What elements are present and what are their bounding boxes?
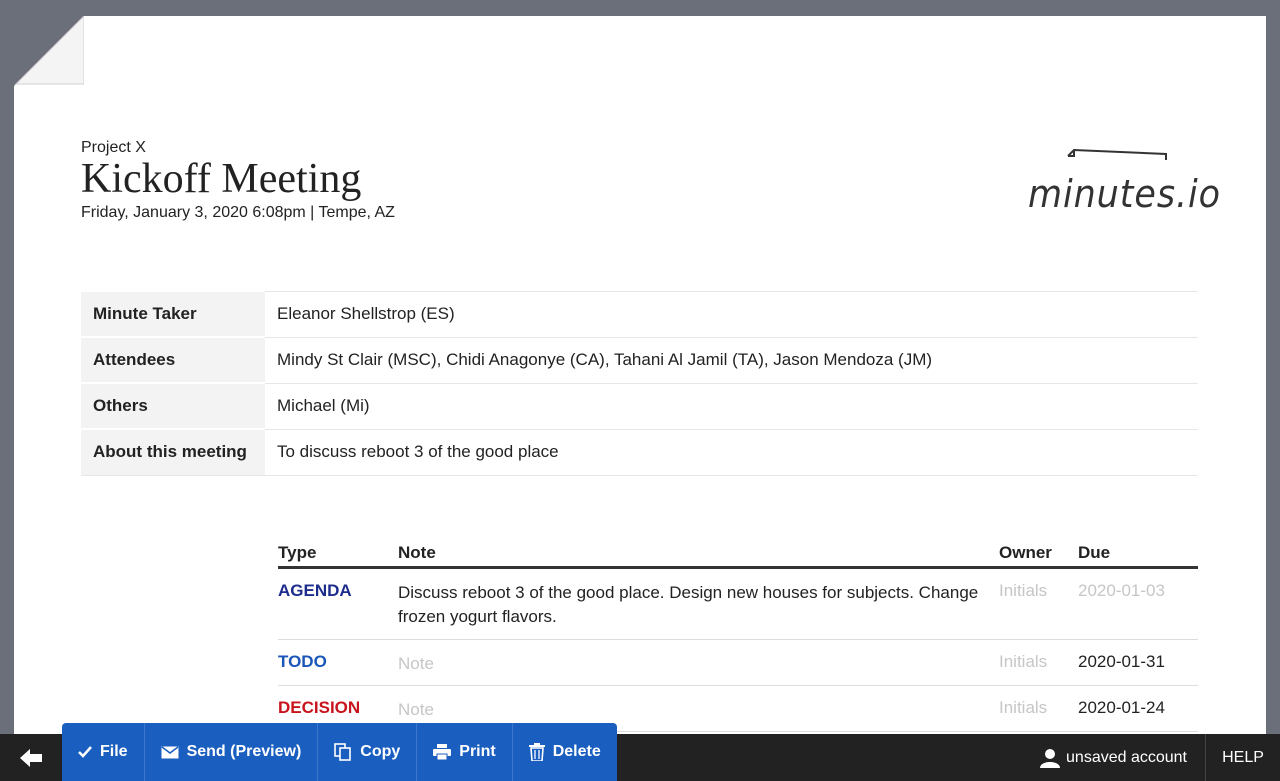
due-date-input[interactable]: 2020-01-24	[1078, 698, 1198, 731]
delete-button[interactable]: Delete	[513, 723, 617, 781]
action-toolbar: File Send (Preview) Copy Print Delete	[62, 723, 617, 781]
print-button-label: Print	[459, 743, 496, 760]
note-row: TODO Note Initials 2020-01-31	[278, 640, 1198, 686]
copy-button[interactable]: Copy	[318, 723, 418, 781]
meeting-details-table: Minute Taker Eleanor Shellstrop (ES) Att…	[81, 290, 1198, 476]
note-text[interactable]: Discuss reboot 3 of the good place. Desi…	[398, 581, 999, 639]
account-label: unsaved account	[1066, 748, 1187, 766]
owner-input[interactable]: Initials	[999, 652, 1078, 685]
send-button-label: Send (Preview)	[186, 743, 302, 760]
header-due: Due	[1078, 543, 1111, 562]
file-button[interactable]: File	[62, 723, 145, 781]
meta-label: Attendees	[81, 336, 265, 383]
meta-label: Minute Taker	[81, 290, 265, 337]
others-value[interactable]: Michael (Mi)	[265, 382, 1198, 429]
account-menu[interactable]: unsaved account	[1040, 734, 1206, 781]
attendees-value[interactable]: Mindy St Clair (MSC), Chidi Anagonye (CA…	[265, 336, 1198, 383]
meta-row-minute-taker: Minute Taker Eleanor Shellstrop (ES)	[81, 290, 1198, 337]
meta-row-others: Others Michael (Mi)	[81, 382, 1198, 429]
envelope-icon	[161, 745, 179, 758]
help-button[interactable]: HELP	[1206, 734, 1280, 781]
due-date-input[interactable]: 2020-01-03	[1078, 581, 1198, 639]
note-text[interactable]: Note	[398, 652, 999, 685]
owner-input[interactable]: Initials	[999, 698, 1078, 731]
meta-row-about: About this meeting To discuss reboot 3 o…	[81, 428, 1198, 476]
user-icon	[1040, 748, 1061, 768]
file-button-label: File	[100, 743, 128, 760]
back-arrow-icon	[20, 748, 42, 767]
meta-row-attendees: Attendees Mindy St Clair (MSC), Chidi An…	[81, 336, 1198, 383]
owner-input[interactable]: Initials	[999, 581, 1078, 639]
notes-table: Type Note Owner Due AGENDA Discuss reboo…	[278, 543, 1198, 732]
note-row: AGENDA Discuss reboot 3 of the good plac…	[278, 569, 1198, 640]
print-button[interactable]: Print	[417, 723, 513, 781]
copy-button-label: Copy	[360, 743, 401, 760]
page-fold-corner	[14, 16, 84, 86]
note-type-selector[interactable]: TODO	[278, 652, 398, 685]
meeting-title[interactable]: Kickoff Meeting	[81, 156, 395, 202]
check-icon	[78, 746, 92, 758]
minute-taker-value[interactable]: Eleanor Shellstrop (ES)	[265, 290, 1198, 337]
back-button[interactable]	[0, 734, 62, 781]
meta-label: About this meeting	[81, 428, 265, 476]
due-date-input[interactable]: 2020-01-31	[1078, 652, 1198, 685]
minutes-logo: minutes.io	[1028, 146, 1220, 216]
logo-text: minutes.io	[1028, 172, 1221, 216]
meta-label: Others	[81, 382, 265, 429]
delete-button-label: Delete	[552, 743, 601, 760]
meeting-header: Project X Kickoff Meeting Friday, Januar…	[81, 139, 395, 222]
printer-icon	[433, 744, 452, 760]
about-value[interactable]: To discuss reboot 3 of the good place	[265, 428, 1198, 476]
send-preview-button[interactable]: Send (Preview)	[145, 723, 319, 781]
header-type: Type	[278, 543, 317, 562]
meeting-datetime-location[interactable]: Friday, January 3, 2020 6:08pm | Tempe, …	[81, 204, 395, 222]
copy-icon	[334, 743, 352, 761]
trash-icon	[528, 743, 545, 761]
notes-header-row: Type Note Owner Due	[278, 543, 1198, 569]
header-owner: Owner	[999, 543, 1052, 562]
note-type-selector[interactable]: AGENDA	[278, 581, 398, 639]
project-name[interactable]: Project X	[81, 139, 395, 157]
header-note: Note	[398, 543, 436, 562]
minutes-document: Project X Kickoff Meeting Friday, Januar…	[14, 16, 1266, 736]
